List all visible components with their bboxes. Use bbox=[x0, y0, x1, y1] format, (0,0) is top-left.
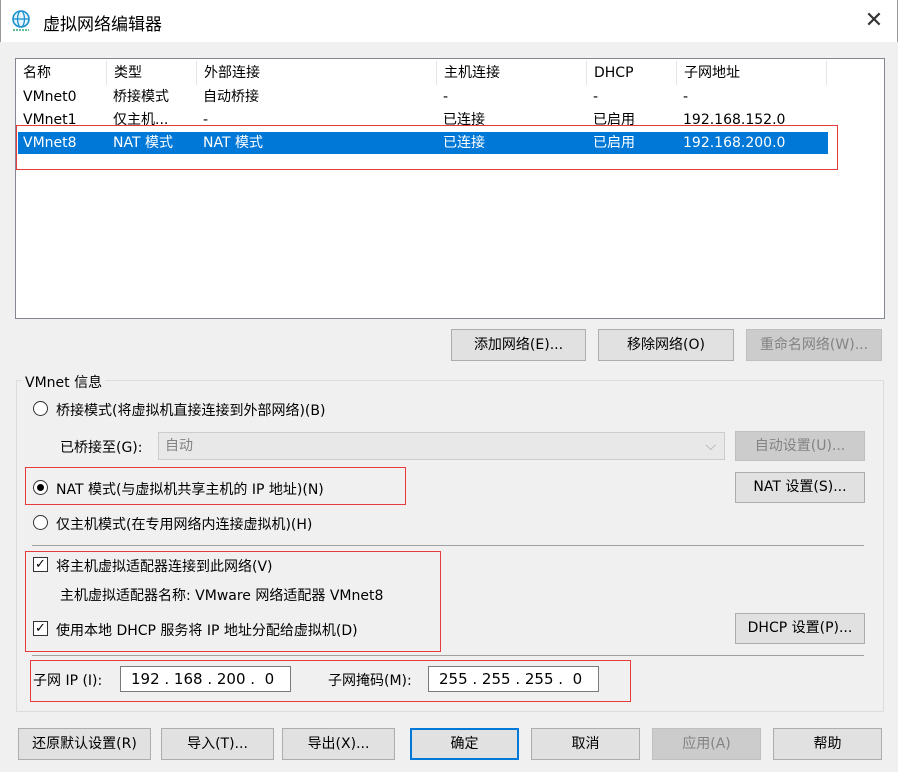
cell: - bbox=[593, 89, 599, 105]
cell: - bbox=[683, 89, 689, 105]
auto-settings-button[interactable]: 自动设置(U)... bbox=[735, 431, 865, 461]
use-dhcp-checkbox[interactable]: ✓ bbox=[33, 621, 48, 636]
ok-button[interactable]: 确定 bbox=[410, 728, 519, 760]
apply-button[interactable]: 应用(A) bbox=[652, 728, 761, 760]
cell: 已连接 bbox=[443, 135, 485, 151]
column-header-external[interactable]: 外部连接 bbox=[197, 61, 437, 85]
column-header-name[interactable]: 名称 bbox=[16, 61, 107, 85]
cell: VMnet8 bbox=[23, 135, 77, 151]
cell: 自动桥接 bbox=[203, 89, 259, 105]
cell: - bbox=[203, 112, 209, 128]
restore-defaults-button[interactable]: 还原默认设置(R) bbox=[18, 728, 151, 760]
subnet-mask-label: 子网掩码(M): bbox=[328, 673, 412, 689]
import-button[interactable]: 导入(T)... bbox=[161, 728, 274, 760]
network-globe-icon bbox=[12, 10, 30, 31]
network-list[interactable]: 名称 类型 外部连接 主机连接 DHCP 子网地址 VMnet0 桥接模式 自动… bbox=[15, 58, 885, 319]
subnet-ip-input[interactable]: 192 . 168 . 200 . 0 bbox=[120, 666, 291, 692]
connect-adapter-checkbox[interactable]: ✓ bbox=[33, 557, 48, 572]
cell: 192.168.200.0 bbox=[683, 135, 786, 151]
divider bbox=[32, 545, 864, 546]
vmnet-info-group bbox=[16, 380, 884, 712]
cell: 仅主机... bbox=[113, 112, 169, 128]
divider bbox=[32, 655, 864, 656]
subnet-mask-input[interactable]: 255 . 255 . 255 . 0 bbox=[428, 666, 599, 692]
table-row-selected[interactable]: VMnet8 NAT 模式 NAT 模式 已连接 已启用 192.168.200… bbox=[18, 132, 828, 154]
close-button[interactable]: ✕ bbox=[859, 6, 889, 36]
cell: 桥接模式 bbox=[113, 89, 169, 105]
bridge-mode-radio[interactable] bbox=[33, 401, 48, 416]
nat-mode-radio[interactable] bbox=[33, 480, 48, 495]
cell: 已连接 bbox=[443, 112, 485, 128]
nat-settings-button[interactable]: NAT 设置(S)... bbox=[735, 472, 865, 503]
cell: - bbox=[443, 89, 449, 105]
cell: 192.168.152.0 bbox=[683, 112, 786, 128]
adapter-name-text: 主机虚拟适配器名称: VMware 网络适配器 VMnet8 bbox=[60, 588, 384, 604]
connect-adapter-label[interactable]: 将主机虚拟适配器连接到此网络(V) bbox=[56, 556, 273, 576]
use-dhcp-label[interactable]: 使用本地 DHCP 服务将 IP 地址分配给虚拟机(D) bbox=[56, 620, 358, 640]
cancel-button[interactable]: 取消 bbox=[531, 728, 640, 760]
subnet-ip-label: 子网 IP (I): bbox=[33, 673, 103, 689]
bridge-mode-label[interactable]: 桥接模式(将虚拟机直接连接到外部网络)(B) bbox=[56, 400, 325, 420]
cell: NAT 模式 bbox=[203, 135, 263, 151]
bridged-to-value: 自动 bbox=[165, 438, 193, 454]
column-header-subnet[interactable]: 子网地址 bbox=[677, 61, 827, 85]
column-header-host[interactable]: 主机连接 bbox=[437, 61, 587, 85]
cell: VMnet1 bbox=[23, 112, 77, 128]
column-header-type[interactable]: 类型 bbox=[107, 61, 197, 85]
remove-network-button[interactable]: 移除网络(O) bbox=[598, 329, 734, 361]
host-only-radio[interactable] bbox=[33, 515, 48, 530]
bridged-to-label: 已桥接至(G): bbox=[60, 440, 143, 456]
table-row[interactable]: VMnet1 仅主机... - 已连接 已启用 192.168.152.0 bbox=[18, 109, 828, 131]
table-row[interactable]: VMnet0 桥接模式 自动桥接 - - - bbox=[18, 86, 828, 108]
column-header-dhcp[interactable]: DHCP bbox=[587, 61, 677, 85]
host-only-label[interactable]: 仅主机模式(在专用网络内连接虚拟机)(H) bbox=[56, 514, 312, 534]
title-bar: 虚拟网络编辑器 ✕ bbox=[0, 0, 898, 42]
cell: NAT 模式 bbox=[113, 135, 173, 151]
rename-network-button[interactable]: 重命名网络(W)... bbox=[746, 329, 882, 361]
help-button[interactable]: 帮助 bbox=[773, 728, 882, 760]
window-title: 虚拟网络编辑器 bbox=[43, 15, 162, 35]
nat-mode-label[interactable]: NAT 模式(与虚拟机共享主机的 IP 地址)(N) bbox=[56, 479, 324, 499]
cell: 已启用 bbox=[593, 112, 635, 128]
add-network-button[interactable]: 添加网络(E)... bbox=[451, 329, 586, 361]
chevron-down-icon: ⌵ bbox=[705, 438, 716, 454]
export-button[interactable]: 导出(X)... bbox=[282, 728, 395, 760]
group-label: VMnet 信息 bbox=[22, 372, 106, 392]
cell: VMnet0 bbox=[23, 89, 77, 105]
cell: 已启用 bbox=[593, 135, 635, 151]
bridged-to-select[interactable]: 自动 ⌵ bbox=[158, 432, 725, 460]
dhcp-settings-button[interactable]: DHCP 设置(P)... bbox=[735, 613, 865, 644]
